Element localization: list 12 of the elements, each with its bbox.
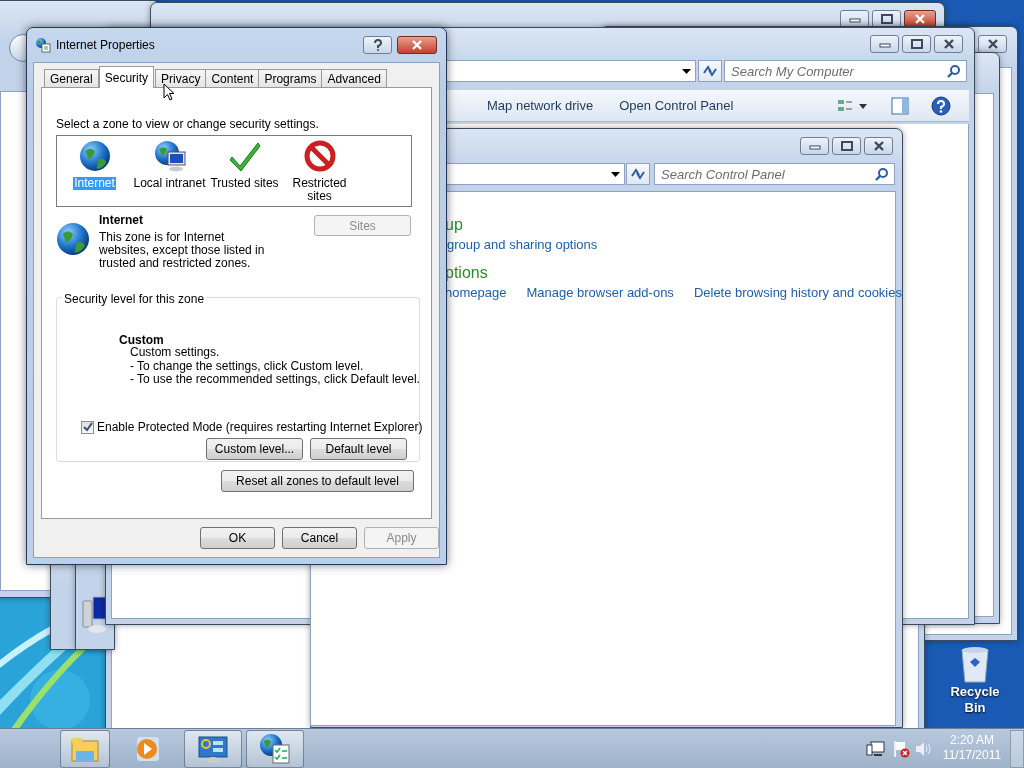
zone-name: Internet — [99, 213, 144, 227]
level-description: Custom settings. — [130, 346, 221, 360]
clock-date: 11/17/2011 — [941, 748, 1003, 763]
zone-description: This zone is for Internet websites, except those listed in trusted and restricted zones. — [99, 231, 266, 270]
desktop-icon-label: Recycle Bin — [949, 684, 1001, 716]
level-description: - To change the settings, click Custom level. — [130, 359, 365, 373]
level-description: - To use the recommended settings, click Default level. — [130, 373, 420, 387]
instruction-text: Select a zone to view or change security settings. — [56, 116, 320, 133]
checkbox-label: Enable Protected Mode (requires restarting Internet Explorer) — [97, 419, 423, 436]
window-title: Internet Properties — [56, 37, 155, 54]
clock-time: 2:20 AM — [949, 733, 995, 748]
level-name: Custom — [119, 332, 164, 347]
